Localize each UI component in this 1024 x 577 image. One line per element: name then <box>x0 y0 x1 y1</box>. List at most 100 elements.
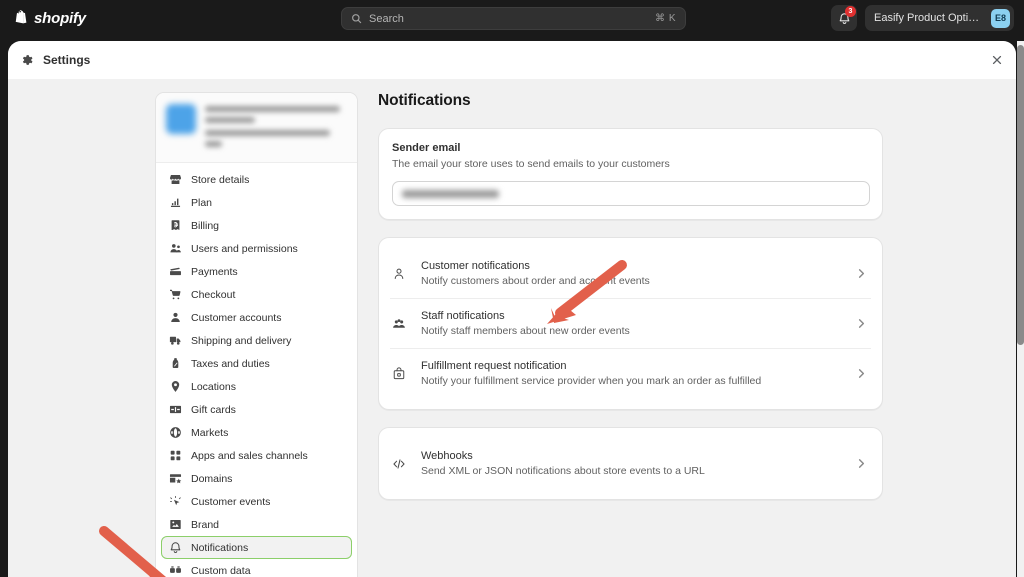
row-description: Notify your fulfillment service provider… <box>421 375 856 387</box>
row-fulfillment-request-notification[interactable]: Fulfillment request notification Notify … <box>390 348 871 398</box>
sender-email-card: Sender email The email your store uses t… <box>378 128 883 220</box>
code-brackets-icon <box>392 457 406 471</box>
sidebar-item-shipping-and-delivery[interactable]: Shipping and delivery <box>161 329 352 352</box>
sidebar-item-brand[interactable]: Brand <box>161 513 352 536</box>
tax-tag-icon <box>169 357 182 370</box>
sidebar-item-taxes-and-duties[interactable]: Taxes and duties <box>161 352 352 375</box>
store-icon <box>169 173 182 186</box>
row-title: Fulfillment request notification <box>421 360 856 372</box>
cart-icon <box>169 288 182 301</box>
sidebar-item-label: Taxes and duties <box>191 358 270 370</box>
payments-card-icon <box>169 265 182 278</box>
sidebar-item-billing[interactable]: Billing <box>161 214 352 237</box>
sidebar-item-custom-data[interactable]: Custom data <box>161 559 352 577</box>
shopify-wordmark: shopify <box>34 10 86 27</box>
store-profile-text-blurred <box>205 104 347 152</box>
row-text: Customer notifications Notify customers … <box>421 260 856 287</box>
sidebar-item-label: Payments <box>191 266 238 278</box>
store-switcher-button[interactable]: Easify Product Option... E8 <box>865 5 1014 31</box>
users-icon <box>169 242 182 255</box>
sidebar-item-payments[interactable]: Payments <box>161 260 352 283</box>
row-description: Send XML or JSON notifications about sto… <box>421 465 856 477</box>
sidebar-item-domains[interactable]: Domains <box>161 467 352 490</box>
sidebar-item-label: Custom data <box>191 565 251 577</box>
settings-nav-card: Store details Plan Billing Users and per… <box>155 92 358 577</box>
settings-modal-body: Store details Plan Billing Users and per… <box>8 79 1016 577</box>
person-icon <box>169 311 182 324</box>
sidebar-item-label: Domains <box>191 473 232 485</box>
sidebar-item-label: Store details <box>191 174 249 186</box>
global-search-input[interactable]: Search ⌘ K <box>341 7 686 30</box>
sidebar-item-locations[interactable]: Locations <box>161 375 352 398</box>
cursor-click-icon <box>169 495 182 508</box>
store-profile-avatar <box>166 104 196 134</box>
store-name-label: Easify Product Option... <box>874 12 984 24</box>
sender-email-input[interactable] <box>392 181 870 206</box>
row-customer-notifications[interactable]: Customer notifications Notify customers … <box>390 249 871 298</box>
sidebar-item-notifications[interactable]: Notifications <box>161 536 352 559</box>
row-title: Customer notifications <box>421 260 856 272</box>
sidebar-item-markets[interactable]: Markets <box>161 421 352 444</box>
sidebar-item-customer-events[interactable]: Customer events <box>161 490 352 513</box>
sidebar-item-plan[interactable]: Plan <box>161 191 352 214</box>
shopify-bag-icon <box>14 10 29 27</box>
store-avatar: E8 <box>991 9 1010 28</box>
globe-icon <box>169 426 182 439</box>
search-shortcut-hint: ⌘ K <box>655 13 676 24</box>
sidebar-item-gift-cards[interactable]: Gift cards <box>161 398 352 421</box>
fulfillment-box-icon <box>392 367 406 381</box>
shopify-logo[interactable]: shopify <box>14 10 86 27</box>
row-description: Notify staff members about new order eve… <box>421 325 856 337</box>
page-scrollbar[interactable] <box>1017 41 1024 577</box>
close-icon[interactable] <box>991 54 1003 66</box>
settings-sidebar: Store details Plan Billing Users and per… <box>8 79 363 577</box>
store-profile-header <box>156 93 357 163</box>
domain-icon <box>169 472 182 485</box>
page-title: Notifications <box>378 92 883 110</box>
truck-icon <box>169 334 182 347</box>
settings-nav-list: Store details Plan Billing Users and per… <box>156 163 357 577</box>
row-staff-notifications[interactable]: Staff notifications Notify staff members… <box>390 298 871 348</box>
chart-bar-icon <box>169 196 182 209</box>
gift-card-icon <box>169 403 182 416</box>
settings-modal-header: Settings <box>8 41 1016 79</box>
row-text: Webhooks Send XML or JSON notifications … <box>421 450 856 477</box>
sidebar-item-checkout[interactable]: Checkout <box>161 283 352 306</box>
chevron-right-icon <box>856 458 867 469</box>
blurred-text-line <box>205 117 255 123</box>
search-icon <box>351 13 362 24</box>
sidebar-item-label: Customer events <box>191 496 270 508</box>
row-webhooks[interactable]: Webhooks Send XML or JSON notifications … <box>390 439 871 488</box>
sidebar-item-store-details[interactable]: Store details <box>161 168 352 191</box>
left-gutter <box>0 41 8 577</box>
notification-types-card: Customer notifications Notify customers … <box>378 237 883 410</box>
apps-grid-icon <box>169 449 182 462</box>
chevron-right-icon <box>856 268 867 279</box>
sidebar-item-customer-accounts[interactable]: Customer accounts <box>161 306 352 329</box>
brand-image-icon <box>169 518 182 531</box>
chevron-right-icon <box>856 318 867 329</box>
sidebar-item-users-and-permissions[interactable]: Users and permissions <box>161 237 352 260</box>
sidebar-item-label: Plan <box>191 197 212 209</box>
sender-email-label: Sender email <box>392 142 870 154</box>
sidebar-item-label: Customer accounts <box>191 312 281 324</box>
settings-content: Notifications Sender email The email you… <box>363 79 1016 577</box>
notifications-button[interactable]: 3 <box>831 5 857 31</box>
sidebar-item-label: Markets <box>191 427 228 439</box>
row-text: Staff notifications Notify staff members… <box>421 310 856 337</box>
topbar-right-cluster: 3 Easify Product Option... E8 <box>831 5 1014 31</box>
sidebar-item-apps-and-sales-channels[interactable]: Apps and sales channels <box>161 444 352 467</box>
sidebar-item-label: Locations <box>191 381 236 393</box>
row-text: Fulfillment request notification Notify … <box>421 360 856 387</box>
scrollbar-thumb[interactable] <box>1017 45 1024 345</box>
sidebar-item-label: Brand <box>191 519 219 531</box>
row-description: Notify customers about order and account… <box>421 275 856 287</box>
blurred-text-line <box>205 130 330 136</box>
search-placeholder: Search <box>369 13 655 25</box>
chevron-right-icon <box>856 368 867 379</box>
location-pin-icon <box>169 380 182 393</box>
settings-modal-title: Settings <box>43 53 991 67</box>
staff-group-icon <box>392 317 406 331</box>
sidebar-item-label: Shipping and delivery <box>191 335 291 347</box>
gear-icon <box>20 53 34 67</box>
